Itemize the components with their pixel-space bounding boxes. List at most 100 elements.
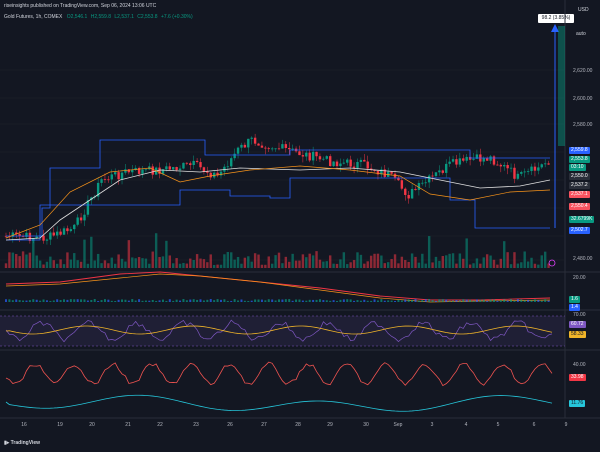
macd-histogram-bar — [165, 300, 168, 302]
volume-bar — [90, 236, 93, 268]
candle-body — [250, 137, 253, 139]
volume-bar — [294, 260, 298, 268]
macd-axis-label: 20.00 — [573, 275, 586, 281]
time-axis-label: 5 — [496, 422, 500, 428]
macd-histogram-bar — [349, 299, 352, 302]
candle-body — [76, 217, 79, 225]
volume-bar — [516, 263, 520, 268]
volume-bar — [373, 253, 376, 268]
volume-bar — [250, 261, 253, 268]
candle-body — [410, 188, 414, 199]
macd-histogram-bar — [134, 300, 137, 302]
time-axis-label: 4 — [464, 422, 468, 428]
volume-bar — [305, 257, 308, 268]
macd-histogram-bar — [206, 299, 209, 302]
candle-body — [62, 228, 66, 235]
volume-bar — [257, 254, 260, 268]
macd-histogram-bar — [397, 299, 400, 302]
volume-bar — [8, 252, 11, 268]
macd-histogram-bar — [407, 299, 410, 302]
volume-bar — [503, 241, 506, 268]
candle-body — [318, 156, 322, 160]
tradingview-chart-window: riseinsights published on TradingView.co… — [0, 0, 600, 452]
candle-body — [107, 179, 110, 181]
volume-bar — [479, 263, 482, 268]
candle-body — [69, 229, 73, 232]
volume-bar — [277, 252, 281, 268]
candle-body — [168, 166, 171, 170]
volume-bar — [414, 256, 417, 268]
macd-histogram-bar — [380, 299, 383, 302]
candle-body — [301, 155, 305, 157]
macd-histogram-bar — [475, 299, 478, 302]
macd-histogram-bar — [462, 299, 465, 302]
volume-bar — [195, 254, 199, 268]
macd-histogram-bar — [376, 300, 379, 302]
macd-histogram-bar — [124, 299, 127, 302]
volume-bar — [499, 258, 503, 268]
volume-bar — [120, 258, 124, 268]
candle-body — [305, 152, 308, 157]
volume-bar — [66, 252, 69, 268]
candle-body — [284, 144, 288, 148]
volume-bar — [158, 257, 161, 268]
volume-bar — [52, 260, 55, 268]
macd-histogram-bar — [233, 299, 236, 302]
volume-bar — [325, 261, 328, 268]
macd-histogram-bar — [424, 299, 427, 302]
macd-histogram-bar — [499, 300, 502, 302]
volume-bar — [513, 252, 516, 268]
time-axis-label: 3 — [430, 422, 434, 428]
chart-canvas[interactable] — [0, 0, 600, 452]
macd-histogram-bar — [110, 300, 113, 302]
macd-histogram-bar — [489, 299, 492, 302]
candle-body — [421, 182, 424, 184]
candle-body — [277, 148, 281, 150]
volume-bar — [540, 255, 543, 268]
candle-body — [485, 158, 489, 161]
candle-body — [537, 167, 540, 171]
candle-body — [264, 147, 267, 149]
macd-histogram-bar — [117, 299, 120, 302]
candle-body — [339, 163, 342, 167]
rsi-signal-tag: 58.33 — [569, 331, 586, 338]
candle-body — [178, 168, 182, 171]
volume-bar — [352, 260, 356, 268]
candle-body — [257, 143, 260, 146]
alert-marker-icon — [548, 259, 556, 267]
macd-histogram-bar — [353, 300, 356, 302]
macd-histogram-bar — [168, 299, 171, 302]
macd-histogram-bar — [131, 299, 134, 302]
volume-bar — [103, 260, 107, 268]
candle-body — [489, 156, 492, 161]
time-axis-label: 6 — [532, 422, 536, 428]
macd-line — [5, 271, 551, 301]
volume-bar — [202, 259, 206, 268]
volume-bar — [468, 264, 472, 268]
volume-bar — [465, 238, 468, 268]
macd-histogram-bar — [219, 299, 222, 302]
volume-bar — [363, 263, 366, 268]
time-axis-label: Sep — [393, 422, 403, 428]
volume-bar — [482, 257, 485, 268]
candle-body — [55, 231, 59, 236]
candle-body — [308, 152, 311, 161]
candle-body — [516, 173, 520, 179]
candle-body — [226, 166, 230, 168]
macd-histogram-bar — [63, 299, 66, 302]
volume-bar — [172, 263, 175, 268]
candle-body — [414, 188, 417, 190]
price-tag-ma: 2,550.0 — [569, 173, 590, 180]
candle-body — [100, 179, 103, 183]
volume-bar — [165, 240, 168, 268]
macd-histogram-bar — [247, 300, 250, 302]
candle-body — [185, 162, 189, 164]
volume-bar — [434, 256, 438, 268]
volume-bar — [45, 261, 49, 268]
macd-histogram-bar — [103, 299, 106, 302]
measure-range-fill — [558, 26, 565, 146]
volume-bar — [161, 256, 165, 268]
candle-body — [513, 167, 516, 179]
price-axis-label: 2,600.00 — [573, 96, 593, 102]
macd-histogram-bar — [332, 300, 335, 302]
